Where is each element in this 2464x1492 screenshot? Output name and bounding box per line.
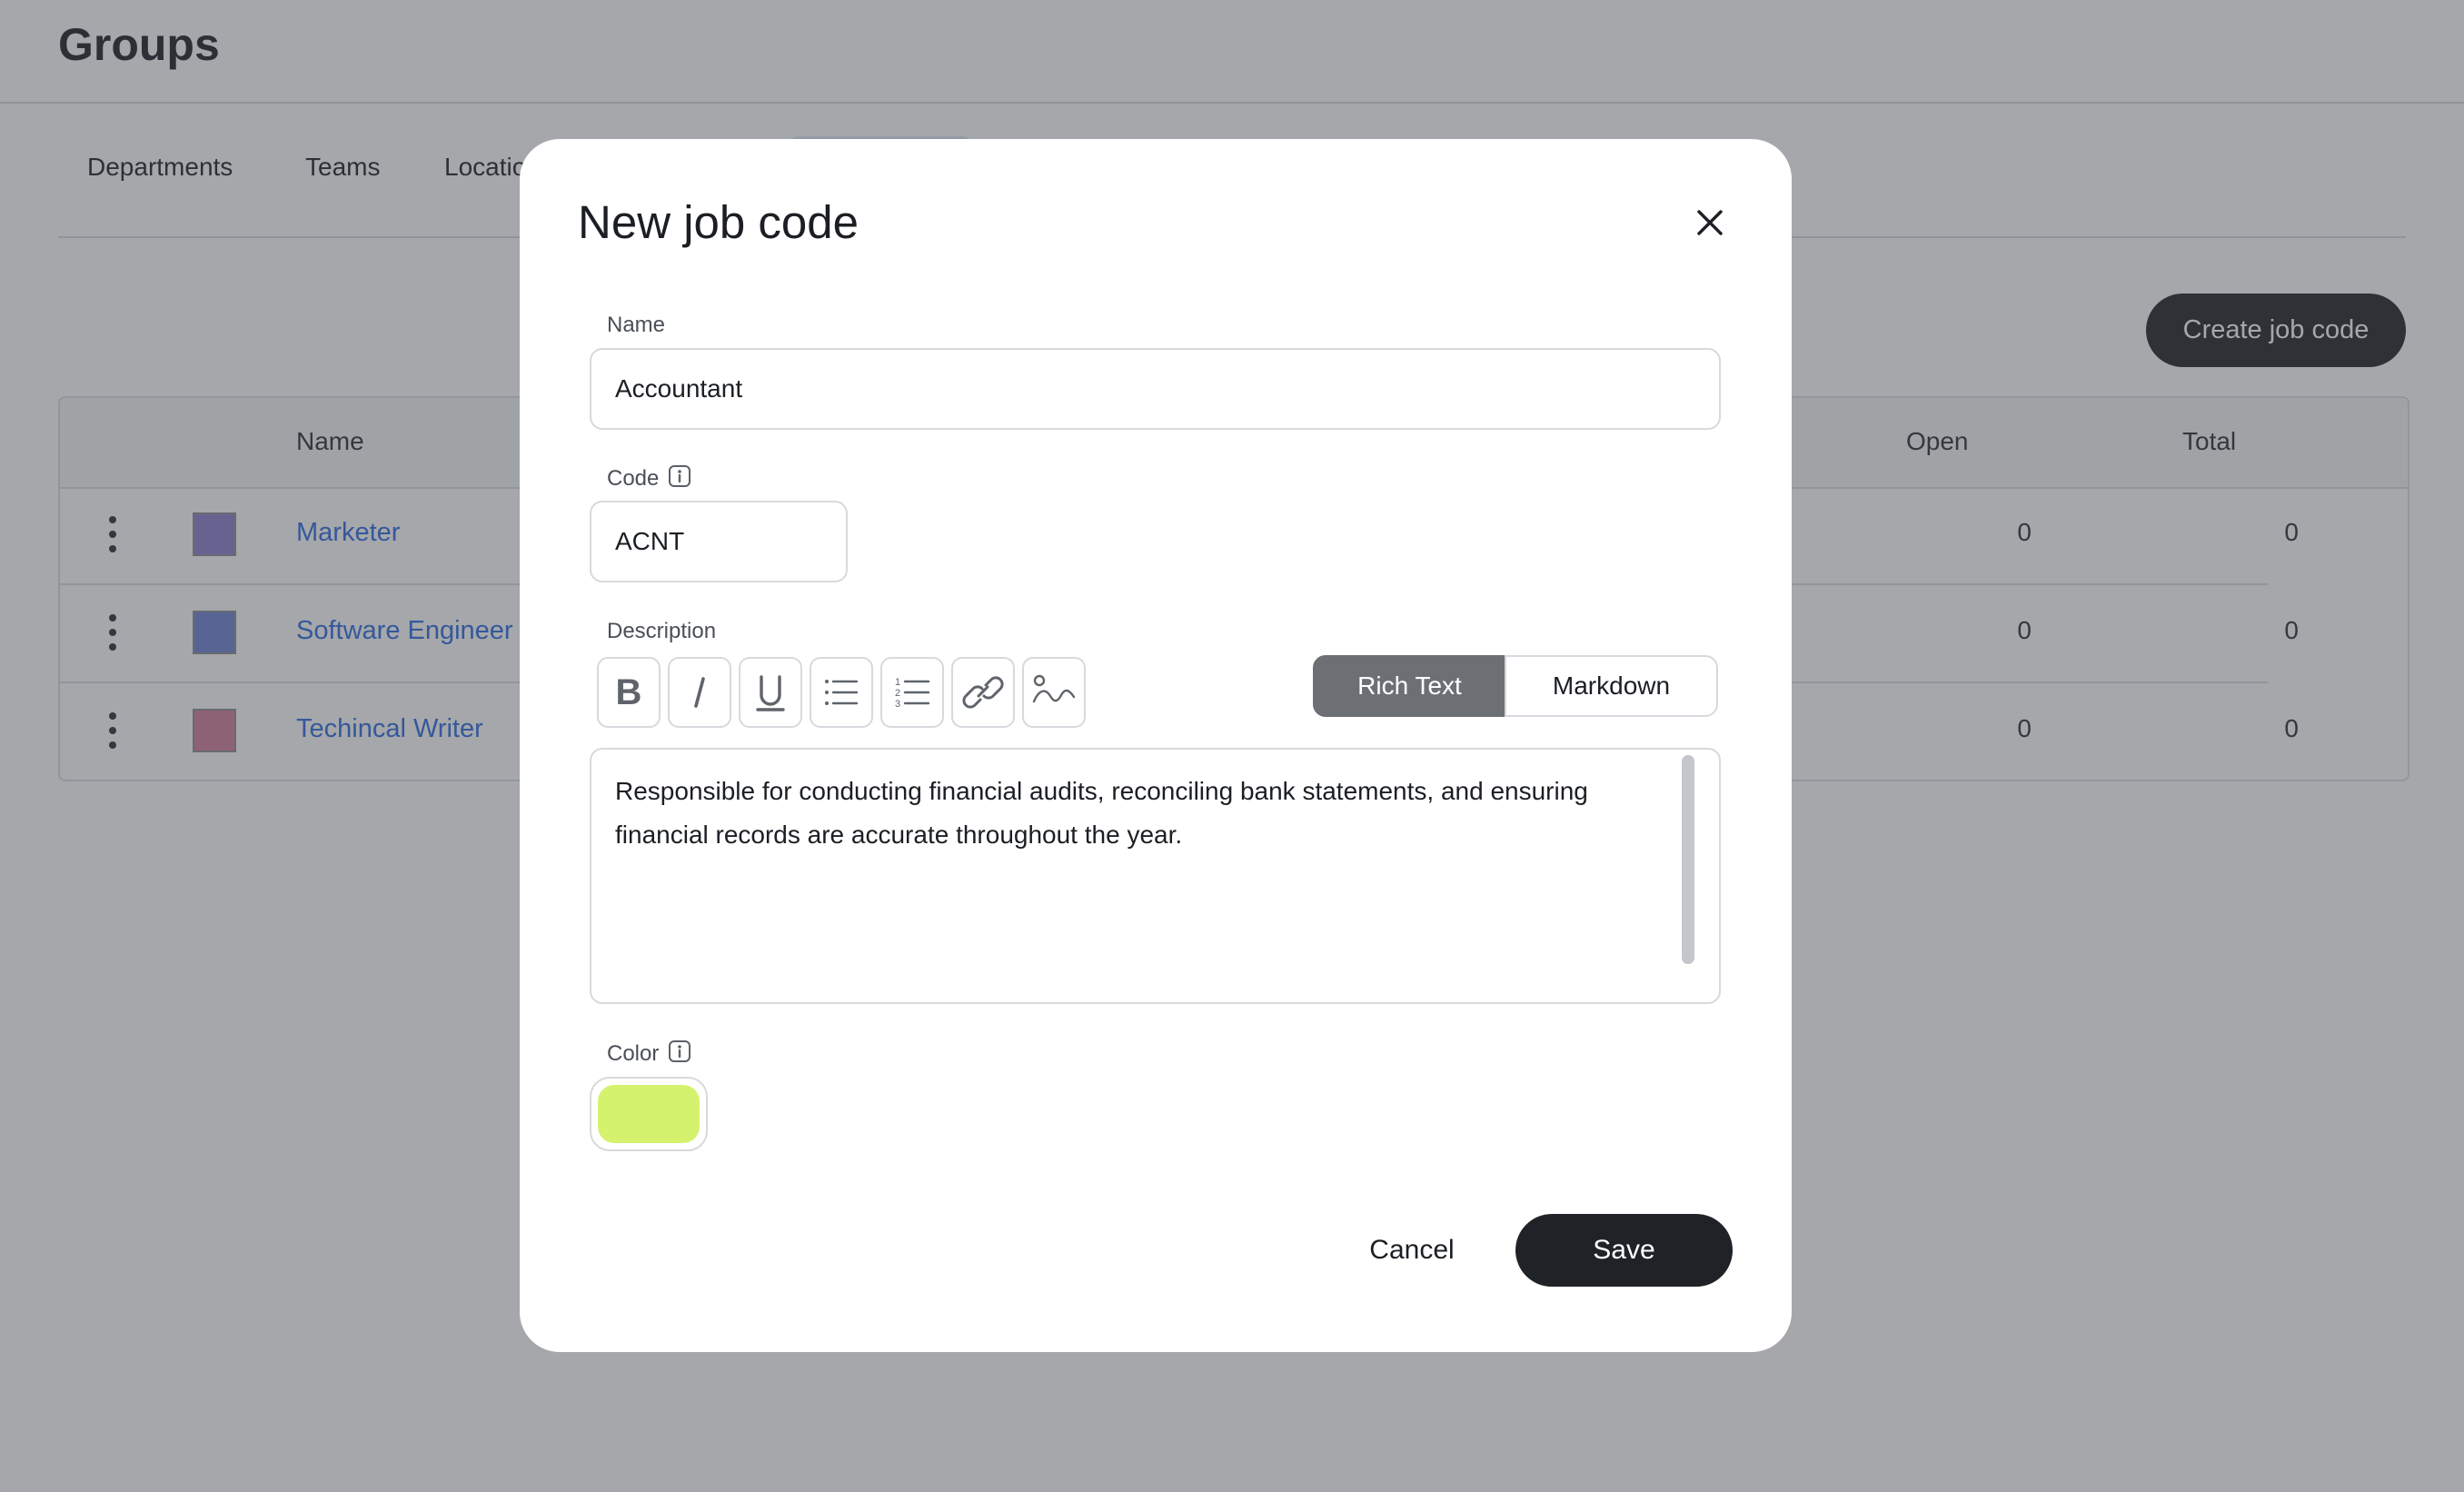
markdown-option[interactable]: Markdown [1505, 655, 1718, 717]
name-label: Name [607, 313, 666, 337]
cancel-button[interactable]: Cancel [1330, 1214, 1494, 1287]
signature-button[interactable] [1022, 657, 1086, 728]
italic-icon [694, 677, 705, 708]
code-label-text: Code [607, 466, 660, 491]
svg-text:3: 3 [895, 699, 900, 710]
bold-button[interactable]: B [597, 657, 661, 728]
color-label: Color [607, 1039, 691, 1067]
dialog-title: New job code [578, 196, 859, 248]
underline-button[interactable] [739, 657, 802, 728]
description-text[interactable]: Responsible for conducting financial aud… [615, 770, 1651, 857]
signature-icon [1032, 674, 1076, 703]
new-job-code-dialog: New job code Name Code Description B 123… [520, 139, 1792, 1352]
editor-scrollbar[interactable] [1682, 755, 1694, 964]
bullet-list-icon [825, 680, 859, 705]
info-icon[interactable] [668, 464, 691, 488]
italic-button[interactable] [668, 657, 731, 728]
svg-text:1: 1 [895, 677, 900, 688]
color-label-text: Color [607, 1041, 660, 1066]
bold-icon: B [616, 672, 642, 712]
description-label: Description [607, 619, 717, 643]
svg-text:2: 2 [895, 688, 900, 699]
code-input[interactable] [590, 501, 848, 582]
editor-mode-toggle: Rich Text Markdown [1313, 655, 1718, 717]
numbered-list-icon: 123 [895, 677, 930, 710]
save-button[interactable]: Save [1515, 1214, 1733, 1287]
close-icon[interactable] [1691, 204, 1729, 242]
info-icon[interactable] [668, 1039, 691, 1063]
bullet-list-button[interactable] [810, 657, 873, 728]
description-editor[interactable]: Responsible for conducting financial aud… [590, 748, 1721, 1004]
selected-color-swatch [598, 1085, 700, 1143]
numbered-list-button[interactable]: 123 [880, 657, 944, 728]
name-input[interactable] [590, 348, 1721, 430]
svg-text:B: B [616, 672, 642, 712]
code-label: Code [607, 464, 691, 492]
rich-text-option[interactable]: Rich Text [1313, 655, 1506, 717]
link-icon [962, 676, 1004, 709]
color-picker[interactable] [590, 1077, 708, 1151]
underline-icon [756, 675, 785, 711]
link-button[interactable] [951, 657, 1015, 728]
